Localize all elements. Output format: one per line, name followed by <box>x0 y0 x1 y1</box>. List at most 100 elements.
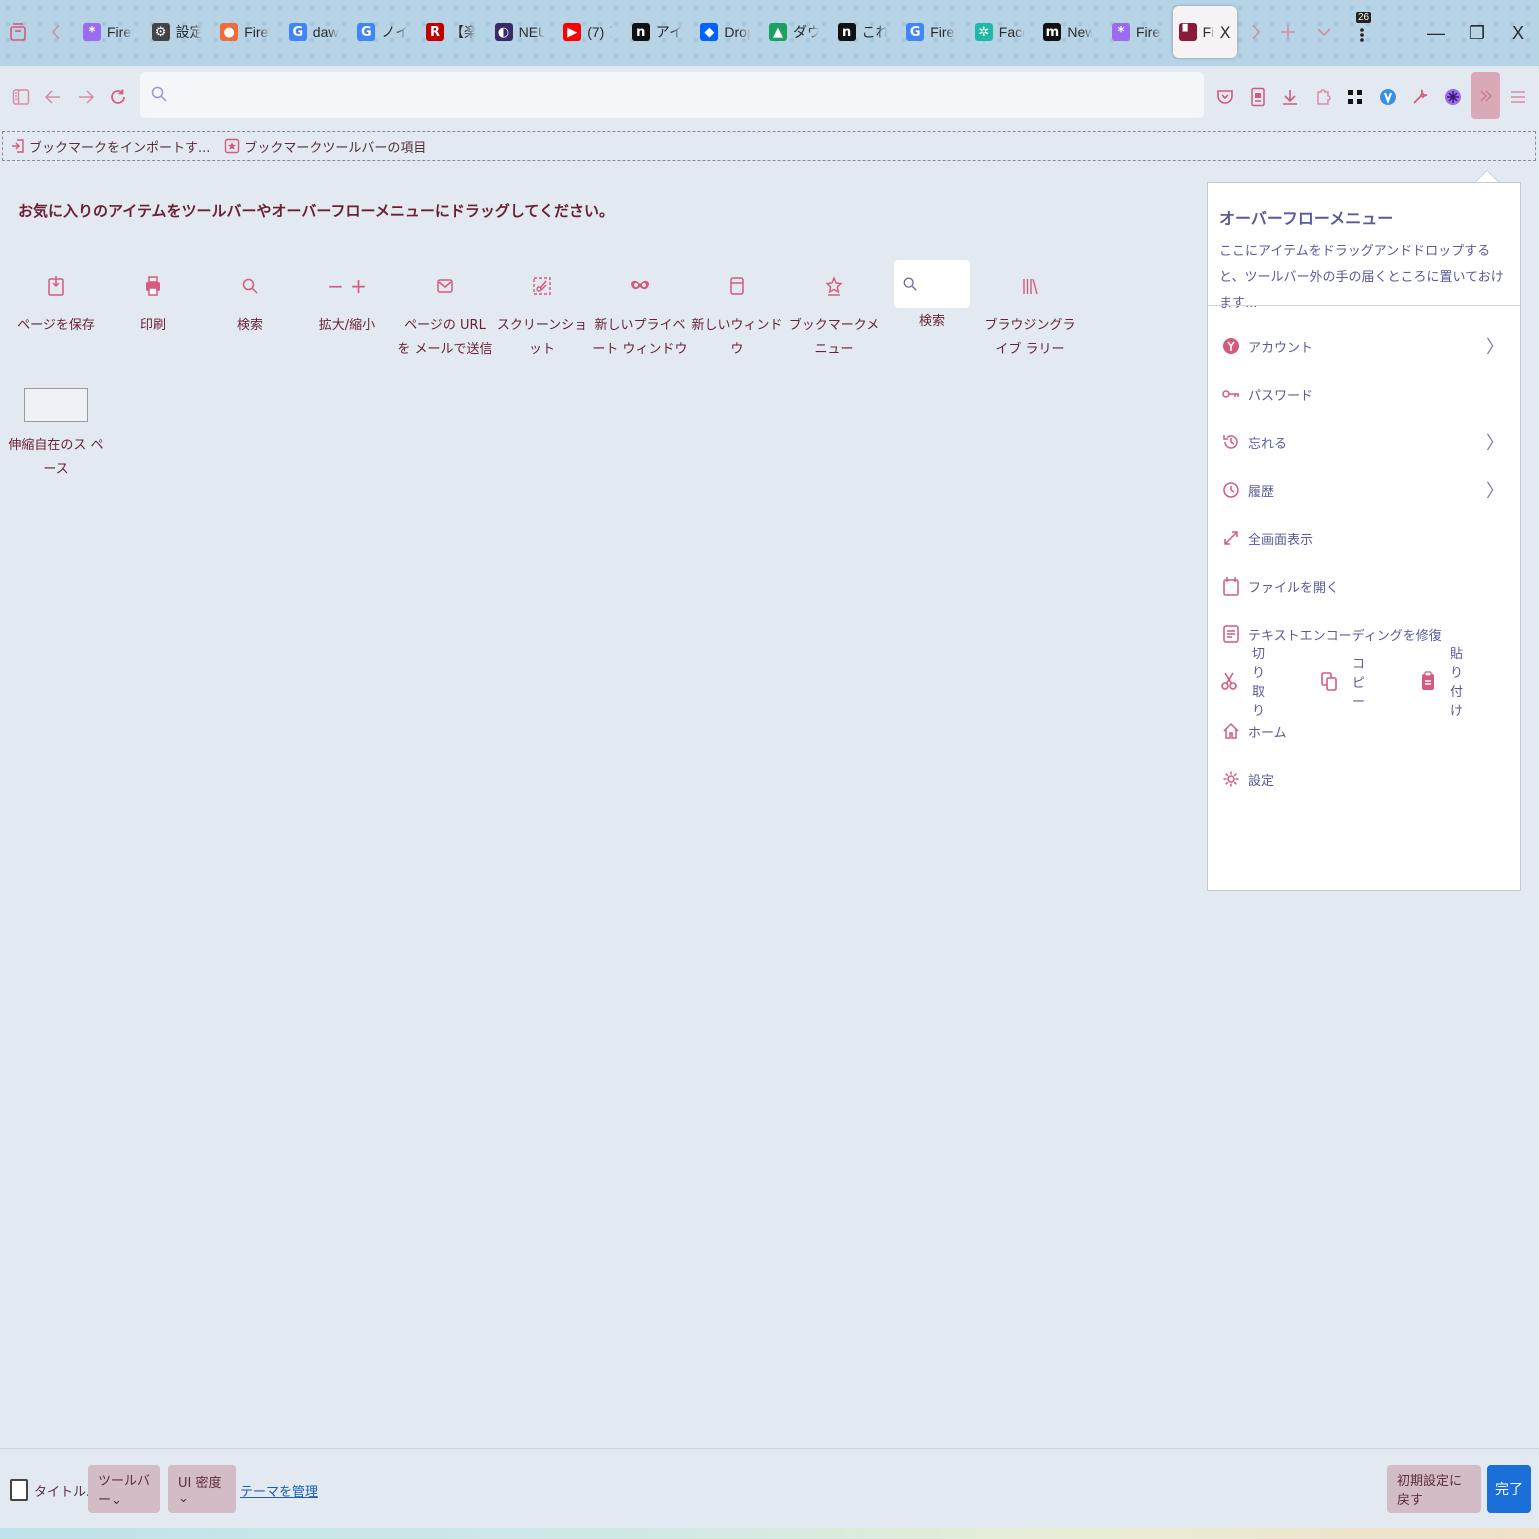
sidebar-icon[interactable] <box>6 82 36 112</box>
palette-screenshot[interactable]: スクリーンショット <box>494 266 590 362</box>
done-button[interactable]: 完了 <box>1487 1465 1531 1513</box>
palette-bookmark-menu[interactable]: ブックマークメ ニュー <box>786 266 882 362</box>
palette-email-link[interactable]: ページの URL を メールで送信 <box>397 266 493 362</box>
overflow-item-settings[interactable]: 設定 <box>1220 762 1510 796</box>
extension-purple-icon[interactable] <box>1439 82 1467 112</box>
tab-count-menu[interactable]: 26 <box>1350 12 1374 44</box>
overflow-panel: オーバーフローメニュー ここにアイテムをドラッグアンドドロップすると、ツールバー… <box>1207 182 1521 891</box>
tab[interactable]: ◆ Dropbox <box>694 6 756 58</box>
list-all-tabs-icon[interactable] <box>1312 20 1336 44</box>
wrench-icon[interactable] <box>1406 82 1434 112</box>
firefox-view-icon[interactable] <box>6 20 30 44</box>
tab-favicon-icon: n <box>837 23 856 41</box>
tab[interactable]: n これから <box>832 6 894 58</box>
customize-footer: タイトルバー ツールバー⌄ UI 密度⌄ テーマを管理 初期設定に戻す 完了 <box>0 1448 1539 1529</box>
tab[interactable]: R 【楽天 <box>420 6 482 58</box>
open-file-icon <box>1220 575 1242 597</box>
palette-library[interactable]: ブラウジングライブ ラリー <box>982 266 1078 362</box>
screenshot-icon <box>494 266 590 306</box>
downloads-icon[interactable] <box>1276 82 1304 112</box>
overflow-item-fullscreen[interactable]: 全画面表示 <box>1220 521 1510 555</box>
tab[interactable]: * Firefox <box>1106 6 1168 58</box>
copy-button[interactable]: コピー <box>1320 657 1365 710</box>
bookmark-toolbar-items[interactable]: ブックマークツールバーの項目 <box>224 137 426 156</box>
navigation-toolbar <box>0 66 1539 128</box>
restore-button[interactable]: ❐ <box>1462 18 1492 48</box>
search-box-icon <box>894 260 970 308</box>
palette-new-window[interactable]: 新しいウィンドウ <box>689 266 785 362</box>
minimize-button[interactable]: — <box>1421 18 1451 48</box>
print-icon <box>105 266 201 306</box>
reload-icon[interactable] <box>103 82 133 112</box>
pocket-icon[interactable] <box>1211 82 1239 112</box>
cut-button[interactable]: 切り取り <box>1220 647 1265 719</box>
tab-favicon-icon: ✲ <box>974 23 993 41</box>
key-icon <box>1220 383 1242 405</box>
tab[interactable]: ⚙ 設定 <box>146 6 208 58</box>
extensions-puzzle-icon[interactable] <box>1309 82 1337 112</box>
tab-favicon-icon: * <box>83 23 101 41</box>
account-icon <box>1220 335 1242 357</box>
restore-defaults-button[interactable]: 初期設定に戻す <box>1387 1465 1481 1513</box>
overflow-item-home[interactable]: ホーム <box>1220 714 1510 748</box>
scroll-tabs-left-icon[interactable] <box>44 20 68 44</box>
tab-favicon-icon: G <box>288 23 307 41</box>
tab[interactable]: ▲ ダウンロ <box>763 6 825 58</box>
overflow-item-label: テキストエンコーディングを修復 <box>1248 628 1442 644</box>
checkbox-box[interactable] <box>10 1479 28 1501</box>
close-window-button[interactable]: X <box>1503 18 1533 48</box>
tab-title: daw モ <box>312 24 339 40</box>
grid-apps-icon[interactable] <box>1341 82 1369 112</box>
palette-label: ブラウジングライブ ラリー <box>984 318 1076 357</box>
palette-print[interactable]: 印刷 <box>105 266 201 338</box>
tab-active[interactable]: ▘ Fire X <box>1172 6 1237 58</box>
tab-title: Fire <box>1202 24 1214 40</box>
tab[interactable]: n アイディ <box>626 6 688 58</box>
tab[interactable]: ✲ Facebook <box>969 6 1031 58</box>
manage-themes-link[interactable]: テーマを管理 <box>240 1481 318 1500</box>
tab[interactable]: m New e <box>1037 6 1099 58</box>
tab-favicon-icon: m <box>1043 23 1062 41</box>
tab[interactable]: G Firefox <box>900 6 962 58</box>
palette-flexible-space[interactable]: 伸縮自在のス ペース <box>8 386 104 482</box>
overflow-item-open-file[interactable]: ファイルを開く <box>1220 569 1510 603</box>
back-icon[interactable] <box>38 82 68 112</box>
scissors-icon <box>1220 671 1238 691</box>
paste-button[interactable]: 貼り付け <box>1420 647 1463 719</box>
overflow-menu-button[interactable] <box>1471 72 1500 119</box>
palette-zoom[interactable]: − + 拡大/縮小 <box>299 266 395 338</box>
bookmark-import[interactable]: ブックマークをインポートす... <box>11 137 210 156</box>
palette-search[interactable]: 検索 <box>202 266 298 338</box>
extension-blue-icon[interactable] <box>1374 82 1402 112</box>
palette-label: 新しいプライベート ウィンドウ <box>592 318 688 357</box>
overflow-item-forget[interactable]: 忘れる 〉 <box>1220 425 1510 459</box>
palette-search-box[interactable]: 検索 <box>884 260 980 334</box>
save-to-pdf-icon[interactable] <box>1244 82 1272 112</box>
overflow-item-account[interactable]: アカウント 〉 <box>1220 329 1510 363</box>
paste-label: 貼り付け <box>1450 647 1464 719</box>
tab[interactable]: Gdaw モ <box>283 6 345 58</box>
url-bar[interactable] <box>140 72 1204 120</box>
toolbars-dropdown[interactable]: ツールバー⌄ <box>88 1465 160 1513</box>
new-tab-icon[interactable] <box>1276 20 1300 44</box>
tab-favicon-icon: ▘ <box>1178 23 1197 41</box>
tab[interactable]: G ノイマン <box>351 6 413 58</box>
forward-icon[interactable] <box>71 82 101 112</box>
tab[interactable]: * Firefox <box>77 6 139 58</box>
tab[interactable]: ● Firefox <box>214 6 276 58</box>
overflow-item-label: 忘れる <box>1248 436 1288 452</box>
url-input[interactable] <box>176 72 1190 120</box>
scroll-tabs-right-icon[interactable] <box>1244 20 1268 44</box>
overflow-item-label: 全画面表示 <box>1248 532 1314 548</box>
tab[interactable]: ▶ (7) アイ <box>557 6 619 58</box>
palette-private-window[interactable]: 新しいプライベート ウィンドウ <box>592 266 688 362</box>
tab[interactable]: ◐ NEUMANN <box>489 6 551 58</box>
hamburger-menu-icon[interactable] <box>1504 82 1532 112</box>
overflow-item-history[interactable]: 履歴 〉 <box>1220 473 1510 507</box>
overflow-item-passwords[interactable]: パスワード <box>1220 377 1510 411</box>
bookmark-label: ブックマークをインポートす... <box>29 140 211 156</box>
tab-title: Firefox <box>1136 24 1162 40</box>
density-dropdown[interactable]: UI 密度⌄ <box>168 1465 236 1513</box>
palette-save-page[interactable]: ページを保存 <box>8 266 104 338</box>
tab-close-button[interactable]: X <box>1220 23 1231 42</box>
